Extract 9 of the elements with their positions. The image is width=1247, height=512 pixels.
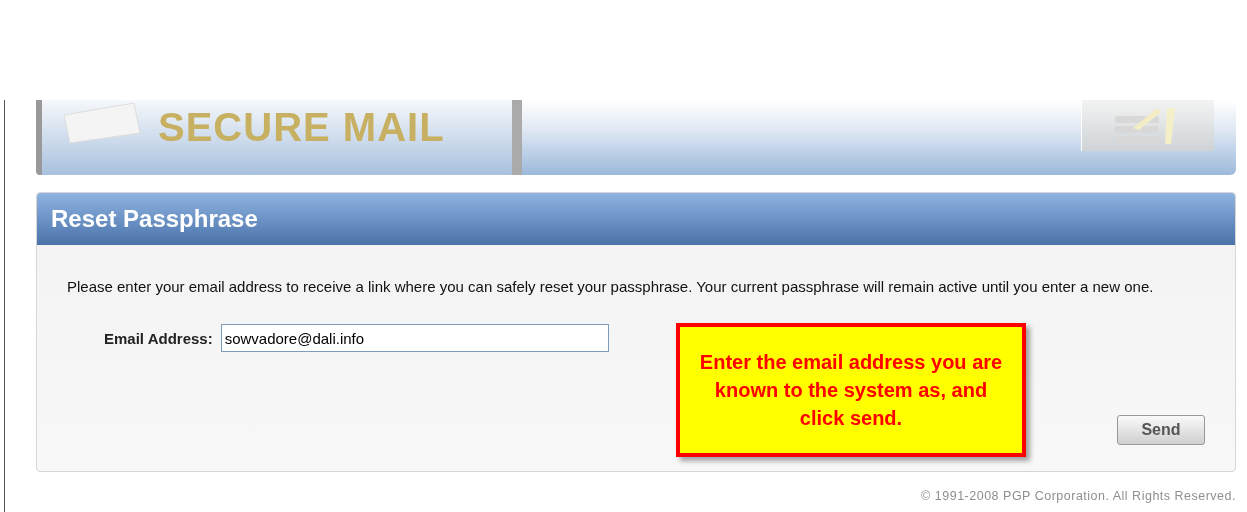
email-input[interactable]: sowvadore@dali.info	[220, 324, 609, 352]
panel-title: Reset Passphrase	[51, 205, 258, 233]
instructions-text: Please enter your email address to receive a link where you can safely reset your passphrase. Your current passphrase will remain active until you enter a new one.	[67, 277, 1155, 297]
envelope-icon	[62, 102, 142, 143]
email-label: Email Address:	[104, 329, 213, 347]
copyright-text: © 1991-2008 PGP Corporation. All Rights Reserved.	[921, 489, 1236, 503]
logo-text: SECURE MAIL	[158, 105, 445, 150]
callout-note: Enter the email address you are known to the system as, and click send.	[676, 323, 1026, 457]
send-button[interactable]: Send	[1117, 415, 1205, 445]
